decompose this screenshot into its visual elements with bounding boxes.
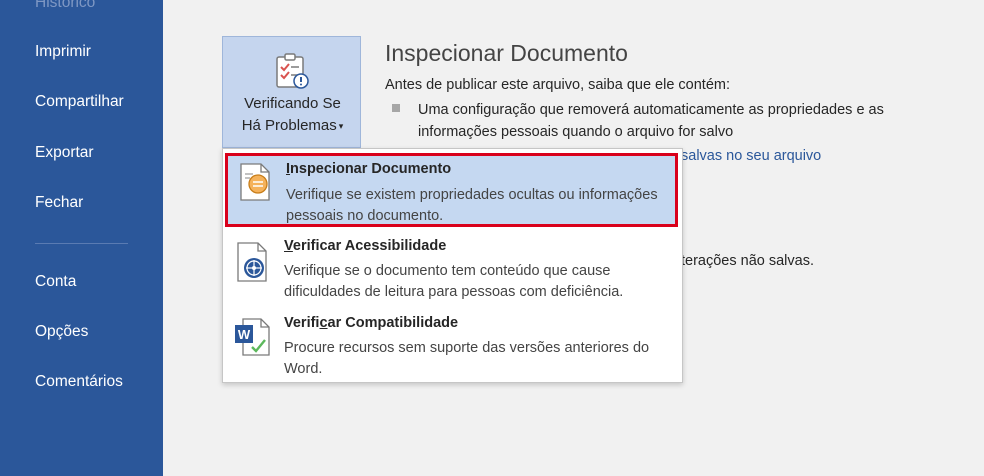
check-issues-dropdown: Inspecionar Documento Verifique se exist…	[222, 148, 683, 383]
sidebar-item-opcoes[interactable]: Opções	[35, 323, 88, 341]
word-compatibility-icon: W	[234, 317, 272, 362]
menu-item-check-accessibility[interactable]: Verificar Acessibilidade Verifique se o …	[223, 233, 682, 305]
sidebar-item-fechar[interactable]: Fechar	[35, 194, 83, 212]
accessibility-description: Verifique se o documento tem conteúdo qu…	[284, 263, 624, 300]
chevron-down-icon: ▾	[338, 121, 344, 132]
section-description: Antes de publicar este arquivo, saiba qu…	[385, 77, 730, 93]
svg-text:W: W	[238, 327, 251, 342]
accessibility-title: erificar Acessibilidade	[292, 238, 447, 254]
check-for-issues-button[interactable]: Verificando Se Há Problemas ▾	[222, 36, 361, 148]
unsaved-changes-text: terações não salvas.	[681, 253, 814, 269]
menu-item-check-compatibility[interactable]: W Verificar Compatibilidade Procure recu…	[223, 311, 682, 381]
sidebar-item-conta[interactable]: Conta	[35, 273, 76, 291]
bullet-square-icon	[392, 104, 400, 112]
compatibility-title-prefix: Verifi	[284, 315, 320, 331]
inspect-description: Verifique se existem propriedades oculta…	[286, 187, 658, 224]
compatibility-description: Procure recursos sem suporte das versões…	[284, 340, 650, 377]
check-button-label-line2: Há Problemas	[241, 117, 337, 134]
checklist-icon	[273, 53, 311, 94]
menu-item-inspect-document[interactable]: Inspecionar Documento Verifique se exist…	[225, 153, 678, 227]
section-title: Inspecionar Documento	[385, 40, 628, 66]
compatibility-title-mnemonic: c	[319, 315, 328, 331]
sidebar-item-exportar[interactable]: Exportar	[35, 144, 94, 162]
sidebar-item-historico[interactable]: Histórico	[35, 0, 95, 12]
sidebar-item-compartilhar[interactable]: Compartilhar	[35, 93, 124, 111]
inspect-title: nspecionar Documento	[290, 161, 452, 177]
sidebar-item-comentarios[interactable]: Comentários	[35, 373, 123, 391]
inspect-document-icon	[238, 162, 274, 207]
compatibility-title: ar Compatibilidade	[327, 315, 459, 331]
sidebar-divider	[35, 243, 128, 244]
accessibility-title-mnemonic: V	[284, 238, 293, 254]
check-button-label-line1: Verificando Se	[244, 95, 341, 112]
backstage-sidebar: Histórico Imprimir Compartilhar Exportar…	[0, 0, 163, 476]
accessibility-icon	[235, 241, 271, 288]
bullet-text: Uma configuração que removerá automatica…	[418, 102, 884, 140]
sidebar-item-imprimir[interactable]: Imprimir	[35, 43, 91, 61]
saved-files-link[interactable]: salvas no seu arquivo	[681, 148, 821, 164]
